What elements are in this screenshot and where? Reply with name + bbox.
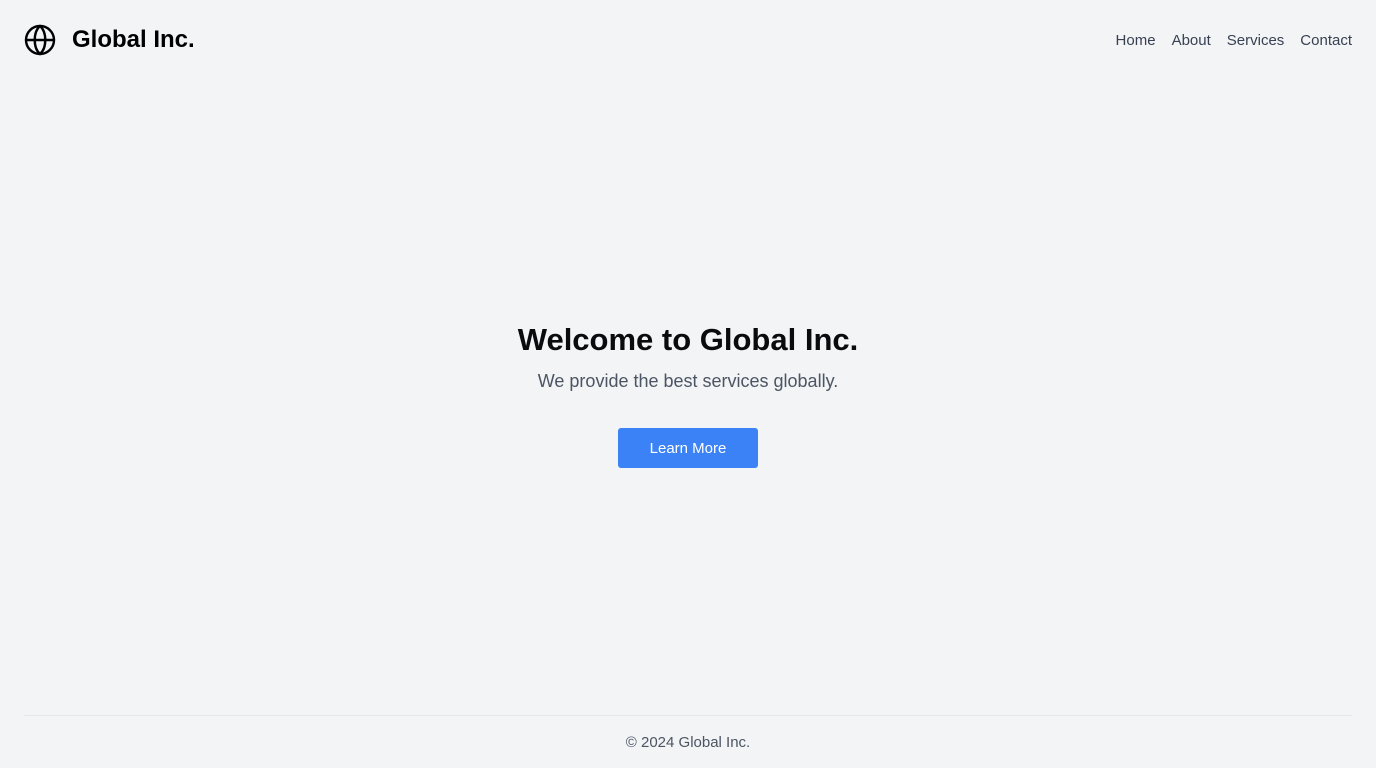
nav-home-link[interactable]: Home — [1116, 32, 1156, 49]
brand-name[interactable]: Global Inc. — [72, 26, 195, 54]
nav-contact-link[interactable]: Contact — [1300, 32, 1352, 49]
brand: Global Inc. — [24, 24, 195, 56]
hero-title: Welcome to Global Inc. — [517, 322, 859, 357]
nav-about-link[interactable]: About — [1172, 32, 1211, 49]
site-footer: © 2024 Global Inc. — [24, 715, 1352, 768]
nav-services-link[interactable]: Services — [1227, 32, 1285, 49]
main-nav: Home About Services Contact — [1116, 32, 1352, 49]
globe-icon[interactable] — [24, 24, 56, 56]
hero-section: Welcome to Global Inc. We provide the be… — [0, 318, 1376, 468]
footer-copyright: © 2024 Global Inc. — [625, 733, 751, 751]
page: Global Inc. Home About Services Contact … — [0, 0, 1376, 768]
learn-more-button[interactable]: Learn More — [618, 428, 758, 468]
hero-subtitle: We provide the best services globally. — [537, 371, 839, 391]
site-header: Global Inc. Home About Services Contact — [24, 20, 1352, 60]
